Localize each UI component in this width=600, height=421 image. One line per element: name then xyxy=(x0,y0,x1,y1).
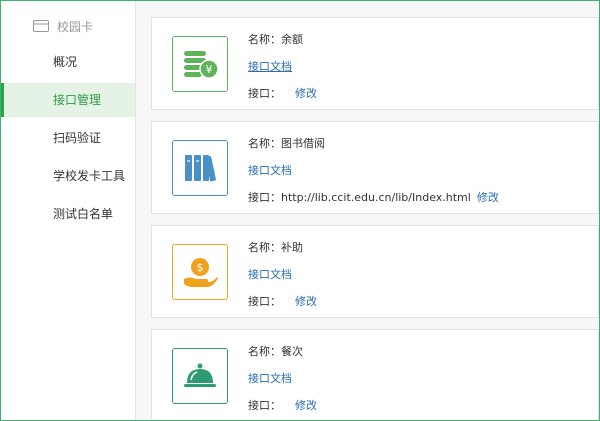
interface-card-subsidy: $ 名称：补助 接口文档 接口： 修改 xyxy=(151,225,599,318)
app-frame: 校园卡 概况 接口管理 扫码验证 学校发卡工具 测试白名单 ¥ 名称：余额 接口… xyxy=(0,0,600,421)
card-name: 名称：餐次 xyxy=(248,345,303,358)
interface-label: 接口： xyxy=(248,191,281,204)
interface-card-meal: 名称：餐次 接口文档 接口： 修改 xyxy=(151,329,599,420)
sidebar-header-label: 校园卡 xyxy=(57,19,94,34)
interface-card-balance: ¥ 名称：余额 接口文档 接口： 修改 xyxy=(151,17,599,110)
books-icon xyxy=(172,140,228,196)
interface-label: 接口： xyxy=(248,87,281,100)
cloche-icon xyxy=(172,348,228,404)
main-content: ¥ 名称：余额 接口文档 接口： 修改 名称：图书借阅 接口文档 接口：http… xyxy=(151,1,599,420)
interface-label: 接口： xyxy=(248,399,281,412)
coins-yuan-icon: ¥ xyxy=(172,36,228,92)
edit-link[interactable]: 修改 xyxy=(477,191,499,204)
api-doc-link[interactable]: 接口文档 xyxy=(248,268,292,281)
hand-coin-icon: $ xyxy=(172,244,228,300)
sidebar-item-card-issuing-tool[interactable]: 学校发卡工具 xyxy=(1,159,135,193)
card-name: 名称：图书借阅 xyxy=(248,137,325,150)
card-icon xyxy=(33,20,49,32)
interface-card-library: 名称：图书借阅 接口文档 接口：http://lib.ccit.edu.cn/l… xyxy=(151,121,599,214)
api-doc-link[interactable]: 接口文档 xyxy=(248,60,292,73)
api-doc-link[interactable]: 接口文档 xyxy=(248,372,292,385)
api-doc-link[interactable]: 接口文档 xyxy=(248,164,292,177)
svg-text:¥: ¥ xyxy=(206,63,213,76)
sidebar-item-interface-management[interactable]: 接口管理 xyxy=(1,83,135,117)
card-name: 名称：补助 xyxy=(248,241,303,254)
interface-url: http://lib.ccit.edu.cn/lib/Index.html xyxy=(281,191,471,204)
sidebar-item-overview[interactable]: 概况 xyxy=(1,45,135,79)
svg-text:$: $ xyxy=(197,261,204,274)
sidebar-item-test-whitelist[interactable]: 测试白名单 xyxy=(1,197,135,231)
edit-link[interactable]: 修改 xyxy=(295,295,317,308)
edit-link[interactable]: 修改 xyxy=(295,399,317,412)
sidebar-item-scan-verify[interactable]: 扫码验证 xyxy=(1,121,135,155)
interface-label: 接口： xyxy=(248,295,281,308)
sidebar-header: 校园卡 xyxy=(33,16,93,36)
card-name: 名称：余额 xyxy=(248,33,303,46)
sidebar: 校园卡 概况 接口管理 扫码验证 学校发卡工具 测试白名单 xyxy=(1,1,136,420)
edit-link[interactable]: 修改 xyxy=(295,87,317,100)
